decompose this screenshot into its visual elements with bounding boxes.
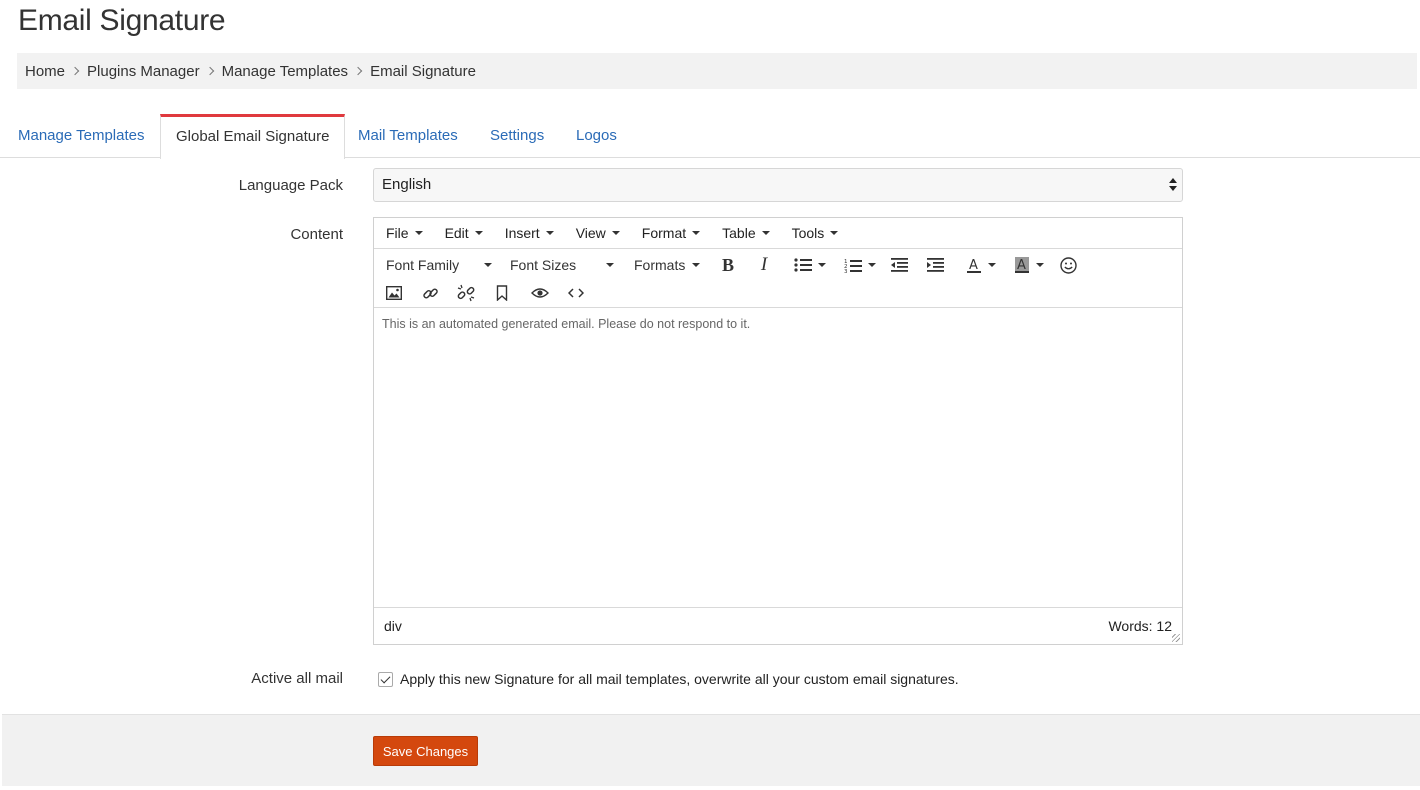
select-arrows-icon (1169, 178, 1177, 192)
apply-all-templates-checkbox[interactable] (378, 672, 393, 687)
background-color-icon[interactable]: A (1010, 252, 1048, 278)
word-count: Words: 12 (1108, 618, 1172, 634)
caret-down-icon (606, 263, 614, 267)
italic-icon[interactable]: I (751, 252, 777, 278)
code-icon[interactable] (563, 280, 589, 306)
caret-down-icon (1036, 263, 1044, 267)
emoticons-icon[interactable] (1055, 252, 1081, 278)
formats-dropdown[interactable]: Formats (634, 251, 700, 279)
language-pack-select[interactable]: English (373, 168, 1183, 202)
caret-down-icon (761, 231, 770, 235)
apply-all-templates-text: Apply this new Signature for all mail te… (400, 671, 959, 687)
svg-text:3: 3 (844, 269, 848, 273)
caret-down-icon (692, 231, 701, 235)
bold-icon[interactable]: B (715, 252, 741, 278)
editor-statusbar: div Words: 12 (374, 607, 1182, 644)
language-pack-value: English (382, 176, 432, 193)
rich-text-editor: File Edit Insert View Format Table Tools… (373, 217, 1183, 645)
breadcrumb-home[interactable]: Home (25, 63, 65, 80)
breadcrumb-manage-templates[interactable]: Manage Templates (222, 63, 348, 80)
active-all-mail-label: Active all mail (251, 670, 343, 687)
caret-down-icon (414, 231, 423, 235)
tab-settings[interactable]: Settings (490, 114, 544, 158)
caret-down-icon (611, 231, 620, 235)
editor-menubar: File Edit Insert View Format Table Tools (374, 218, 1182, 249)
link-icon[interactable] (417, 280, 443, 306)
form-footer: Save Changes (2, 714, 1420, 786)
caret-down-icon (988, 263, 996, 267)
element-path[interactable]: div (384, 618, 402, 634)
tab-global-email-signature[interactable]: Global Email Signature (160, 114, 346, 159)
unlink-icon[interactable] (453, 280, 479, 306)
caret-down-icon (692, 263, 700, 267)
caret-down-icon (868, 263, 876, 267)
menu-format[interactable]: Format (642, 225, 701, 241)
tab-logos[interactable]: Logos (576, 114, 617, 158)
bookmark-icon[interactable] (489, 280, 515, 306)
tab-manage-templates[interactable]: Manage Templates (18, 114, 144, 158)
svg-text:A: A (1017, 258, 1026, 273)
svg-text:A: A (969, 258, 978, 273)
breadcrumb-plugins-manager[interactable]: Plugins Manager (87, 63, 200, 80)
tab-mail-templates[interactable]: Mail Templates (358, 114, 458, 158)
language-pack-label: Language Pack (238, 177, 343, 194)
editor-toolbar: Font Family Font Sizes Formats B I 123 A… (374, 249, 1182, 308)
menu-tools[interactable]: Tools (792, 225, 839, 241)
tab-bar: Manage Templates Global Email Signature … (0, 114, 1420, 159)
caret-down-icon (474, 231, 483, 235)
numbered-list-icon[interactable]: 123 (840, 252, 880, 278)
bullet-list-icon[interactable] (790, 252, 830, 278)
outdent-icon[interactable] (886, 252, 912, 278)
breadcrumb-email-signature: Email Signature (370, 62, 476, 80)
signature-text: This is an automated generated email. Pl… (382, 317, 751, 331)
caret-down-icon (484, 263, 492, 267)
menu-edit[interactable]: Edit (445, 225, 483, 241)
caret-down-icon (545, 231, 554, 235)
font-family-dropdown[interactable]: Font Family (386, 251, 492, 279)
caret-down-icon (830, 231, 839, 235)
content-label: Content (290, 226, 343, 243)
preview-icon[interactable] (527, 280, 553, 306)
text-color-icon[interactable]: A (962, 252, 1000, 278)
image-icon[interactable] (381, 280, 407, 306)
page-title: Email Signature (18, 4, 226, 37)
editor-content-area[interactable]: This is an automated generated email. Pl… (374, 308, 1182, 607)
font-sizes-dropdown[interactable]: Font Sizes (510, 251, 614, 279)
breadcrumb: Home Plugins Manager Manage Templates Em… (17, 53, 1417, 89)
menu-file[interactable]: File (386, 225, 423, 241)
caret-down-icon (818, 263, 826, 267)
indent-icon[interactable] (922, 252, 948, 278)
breadcrumb-separator-icon (205, 66, 214, 76)
menu-view[interactable]: View (576, 225, 620, 241)
menu-table[interactable]: Table (722, 225, 770, 241)
breadcrumb-separator-icon (70, 66, 80, 76)
menu-insert[interactable]: Insert (505, 225, 554, 241)
breadcrumb-separator-icon (353, 66, 363, 76)
resize-handle-icon[interactable] (1172, 634, 1180, 642)
save-changes-button[interactable]: Save Changes (373, 736, 478, 766)
